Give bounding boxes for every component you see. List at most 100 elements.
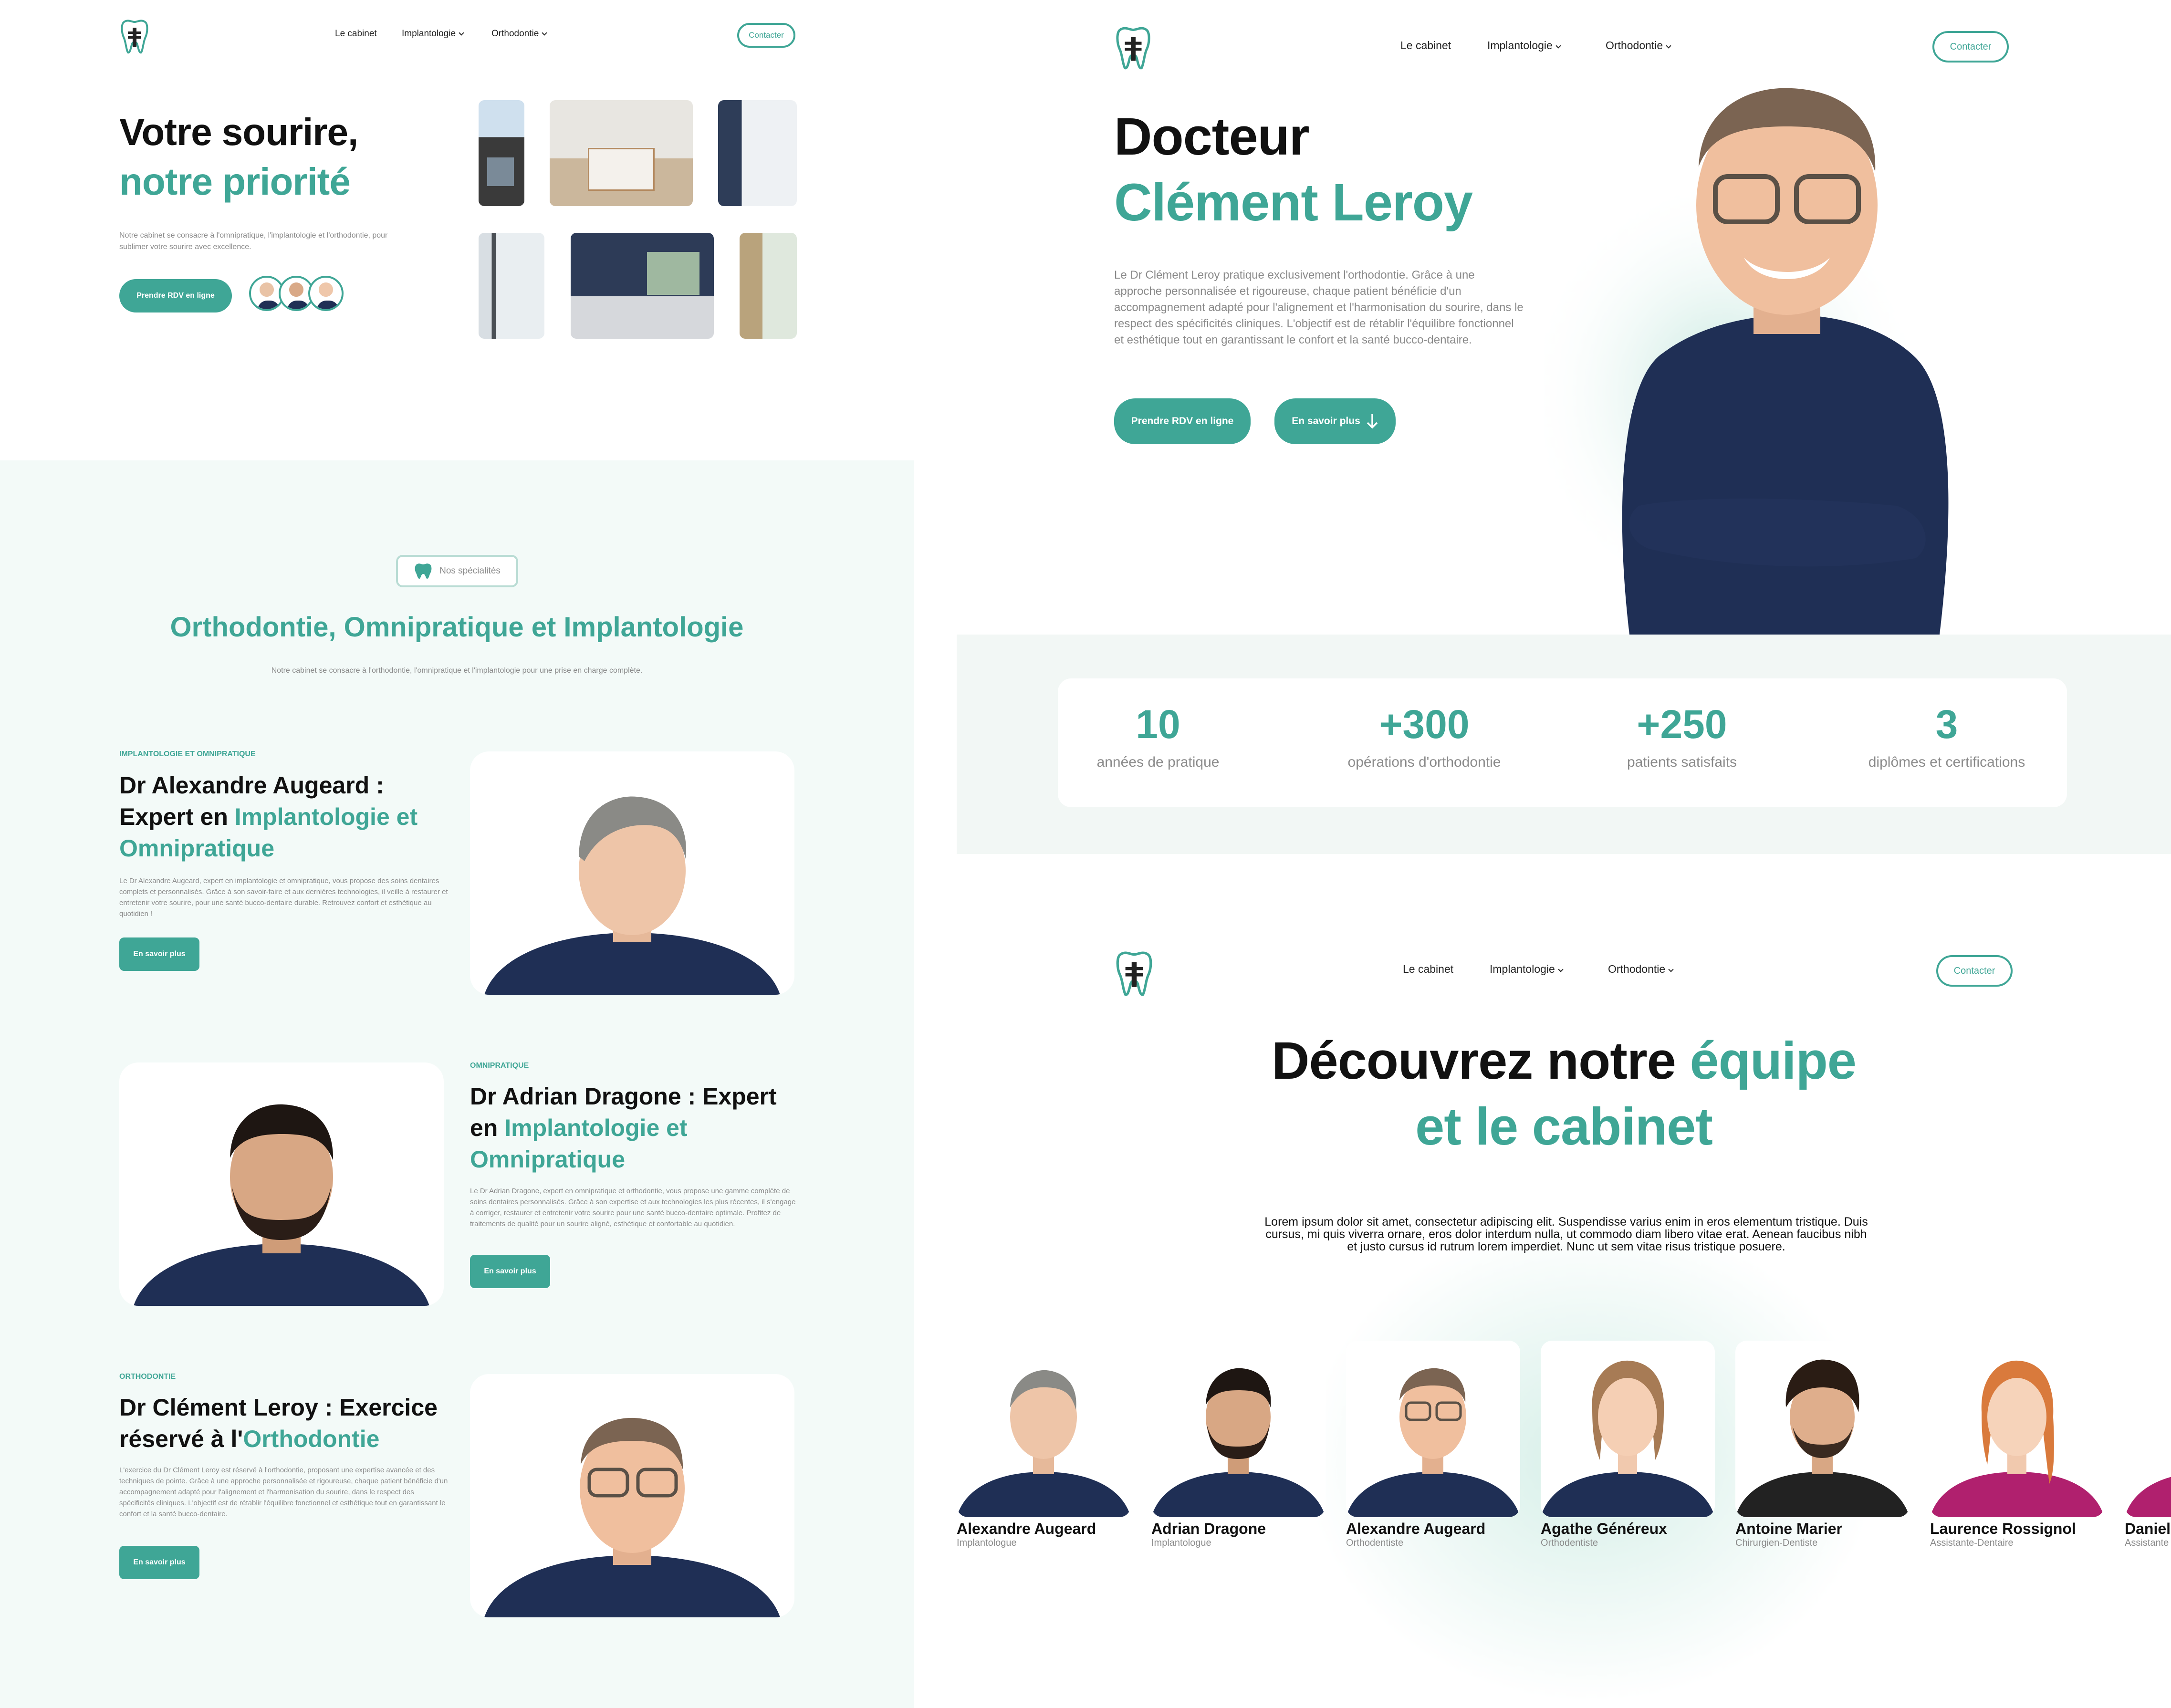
chevron-down-icon <box>542 30 547 36</box>
learn-more-label: En savoir plus <box>1292 416 1360 427</box>
team-member-card[interactable]: Daniel Assistante <box>2125 1341 2171 1549</box>
team-member-photo <box>1735 1341 1910 1517</box>
clinic-photo-dental-chair <box>571 233 714 339</box>
hero-title-line1: Votre sourire, <box>119 111 358 153</box>
team-member-card[interactable]: Antoine Marier Chirurgien-Dentiste <box>1735 1341 1910 1549</box>
team-member-card[interactable]: Adrian Dragone Implantologue <box>1151 1341 1326 1549</box>
chevron-down-icon <box>1555 43 1561 49</box>
hero-title-line2: notre priorité <box>119 160 351 203</box>
team-member-role: Implantologue <box>957 1538 1017 1548</box>
team-member-name: Adrian Dragone <box>1151 1520 1266 1537</box>
avatar-group <box>249 276 344 314</box>
learn-more-button[interactable]: En savoir plus <box>119 1546 199 1579</box>
tooth-icon <box>414 562 433 580</box>
stat-value: 3 <box>1935 702 1958 747</box>
panel-team: Le cabinet Implantologie Orthodontie Con… <box>957 902 2171 1708</box>
doctor-hero-title-line1: Docteur <box>1114 107 1310 166</box>
team-member-role: Assistante-Dentaire <box>1930 1538 2014 1548</box>
doctor-title: Dr Alexandre Augeard : Expert en Implant… <box>119 770 453 864</box>
team-member-role: Orthodentiste <box>1541 1538 1598 1548</box>
clinic-photo-treatment-room <box>718 100 797 206</box>
contact-button[interactable]: Contacter <box>1932 31 2009 62</box>
team-carousel[interactable]: Alexandre Augeard Implantologue Adrian D… <box>957 1341 2171 1548</box>
team-member-card[interactable]: Laurence Rossignol Assistante-Dentaire <box>1930 1341 2104 1549</box>
contact-button[interactable]: Contacter <box>1936 955 2013 987</box>
team-member-photo <box>1930 1341 2104 1517</box>
learn-more-button[interactable]: En savoir plus <box>119 937 199 971</box>
team-member-photo <box>1151 1341 1326 1517</box>
team-member-name: Laurence Rossignol <box>1930 1520 2076 1537</box>
specialties-badge: Nos spécialités <box>396 555 518 587</box>
tooth-implant-logo-icon[interactable] <box>1114 949 1154 997</box>
doctor-hero-title-line2: Clément Leroy <box>1114 173 1473 232</box>
panel-doctor-hero: Le cabinet Implantologie Orthodontie Con… <box>957 0 2171 854</box>
doctor-description: L'exercice du Dr Clément Leroy est réser… <box>119 1466 448 1518</box>
nav-link-implantologie[interactable]: Implantologie <box>1490 963 1564 976</box>
doctor-portrait-leroy <box>1544 86 2021 635</box>
team-member-role: Orthodentiste <box>1346 1538 1404 1548</box>
chevron-down-icon <box>1558 967 1564 972</box>
doctor-hero-description: Le Dr Clément Leroy pratique exclusiveme… <box>1114 269 1524 346</box>
team-description: Lorem ipsum dolor sit amet, consectetur … <box>1264 1215 1868 1253</box>
doctor-title: Dr Adrian Dragone : Expert en Implantolo… <box>470 1081 804 1175</box>
clinic-photo-detail <box>740 233 797 339</box>
panel-hero-home: Le cabinet Implantologie Orthodontie Con… <box>0 0 914 460</box>
doctor-description: Le Dr Alexandre Augeard, expert en impla… <box>119 877 448 918</box>
team-member-card[interactable]: Alexandre Augeard Orthodentiste <box>1346 1341 1520 1549</box>
stat-label: années de pratique <box>1096 754 1220 770</box>
stats-section: 10 années de pratique +300 opérations d'… <box>957 635 2171 854</box>
contact-button[interactable]: Contacter <box>737 23 795 48</box>
nav-link-cabinet[interactable]: Le cabinet <box>1403 963 1453 976</box>
tooth-implant-logo-icon[interactable] <box>1114 25 1152 71</box>
panel-specialties: Nos spécialités Orthodontie, Omnipratiqu… <box>0 460 914 1708</box>
learn-more-button[interactable]: En savoir plus <box>1274 398 1396 444</box>
stat-diplomas: 3 diplômes et certifications <box>1832 701 2061 771</box>
team-member-photo <box>1346 1341 1520 1517</box>
learn-more-button[interactable]: En savoir plus <box>470 1255 550 1288</box>
hero-description: Notre cabinet se consacre à l'omnipratiq… <box>119 231 388 251</box>
team-member-photo <box>1541 1341 1715 1517</box>
stat-value: +300 <box>1379 702 1470 747</box>
specialties-subtitle: Notre cabinet se consacre à l'orthodonti… <box>271 667 643 675</box>
chevron-down-icon <box>1668 967 1674 972</box>
team-member-card[interactable]: Agathe Généreux Orthodentiste <box>1541 1341 1715 1549</box>
tooth-implant-logo-icon[interactable] <box>119 18 150 54</box>
nav-link-orthodontie[interactable]: Orthodontie <box>491 29 547 39</box>
doctor-photo-dragone <box>119 1062 444 1306</box>
nav-link-orthodontie[interactable]: Orthodontie <box>1608 963 1674 976</box>
stat-value: 10 <box>1136 702 1180 747</box>
nav-link-orthodontie[interactable]: Orthodontie <box>1606 39 1671 52</box>
book-appointment-button[interactable]: Prendre RDV en ligne <box>1114 398 1251 444</box>
team-member-role: Assistante <box>2125 1538 2169 1548</box>
nav-link-cabinet[interactable]: Le cabinet <box>1400 39 1451 52</box>
doctor-title-accent: Orthodontie <box>243 1426 380 1452</box>
nav-link-implantologie[interactable]: Implantologie <box>1487 39 1561 52</box>
team-title-plain: Découvrez notre <box>1272 1031 1690 1090</box>
nav-link-cabinet[interactable]: Le cabinet <box>335 29 377 39</box>
clinic-photo-reception <box>550 100 693 206</box>
team-member-card[interactable]: Alexandre Augeard Implantologue <box>957 1341 1131 1549</box>
chevron-down-icon <box>1666 43 1671 49</box>
hero-title: Votre sourire, notre priorité <box>119 107 358 207</box>
doctor-title: Dr Clément Leroy : Exercice réservé à l'… <box>119 1392 453 1455</box>
doctor-description: Le Dr Adrian Dragone, expert en omniprat… <box>470 1187 796 1228</box>
doctor-tag: OMNIPRATIQUE <box>470 1062 529 1070</box>
stat-value: +250 <box>1637 702 1727 747</box>
team-member-name: Alexandre Augeard <box>1346 1520 1486 1537</box>
stat-label: diplômes et certifications <box>1868 754 2025 770</box>
doctor-photo-leroy <box>470 1374 794 1617</box>
nav-link-implantologie[interactable]: Implantologie <box>402 29 464 39</box>
team-title: Découvrez notre équipe et le cabinet <box>957 1028 2171 1160</box>
clinic-photo-window <box>479 233 544 339</box>
team-member-name: Alexandre Augeard <box>957 1520 1096 1537</box>
team-member-photo <box>957 1341 1131 1517</box>
chevron-down-icon <box>459 30 464 36</box>
team-title-accent: équipe <box>1690 1031 1856 1090</box>
team-member-name: Antoine Marier <box>1735 1520 1843 1537</box>
team-title-line2: et le cabinet <box>1415 1097 1713 1156</box>
team-title-line1: Découvrez notre équipe <box>957 1028 2171 1094</box>
stat-operations: +300 opérations d'orthodontie <box>1310 701 1539 771</box>
specialties-badge-label: Nos spécialités <box>439 566 501 576</box>
stat-label: opérations d'orthodontie <box>1347 754 1501 770</box>
book-appointment-button[interactable]: Prendre RDV en ligne <box>119 279 232 312</box>
